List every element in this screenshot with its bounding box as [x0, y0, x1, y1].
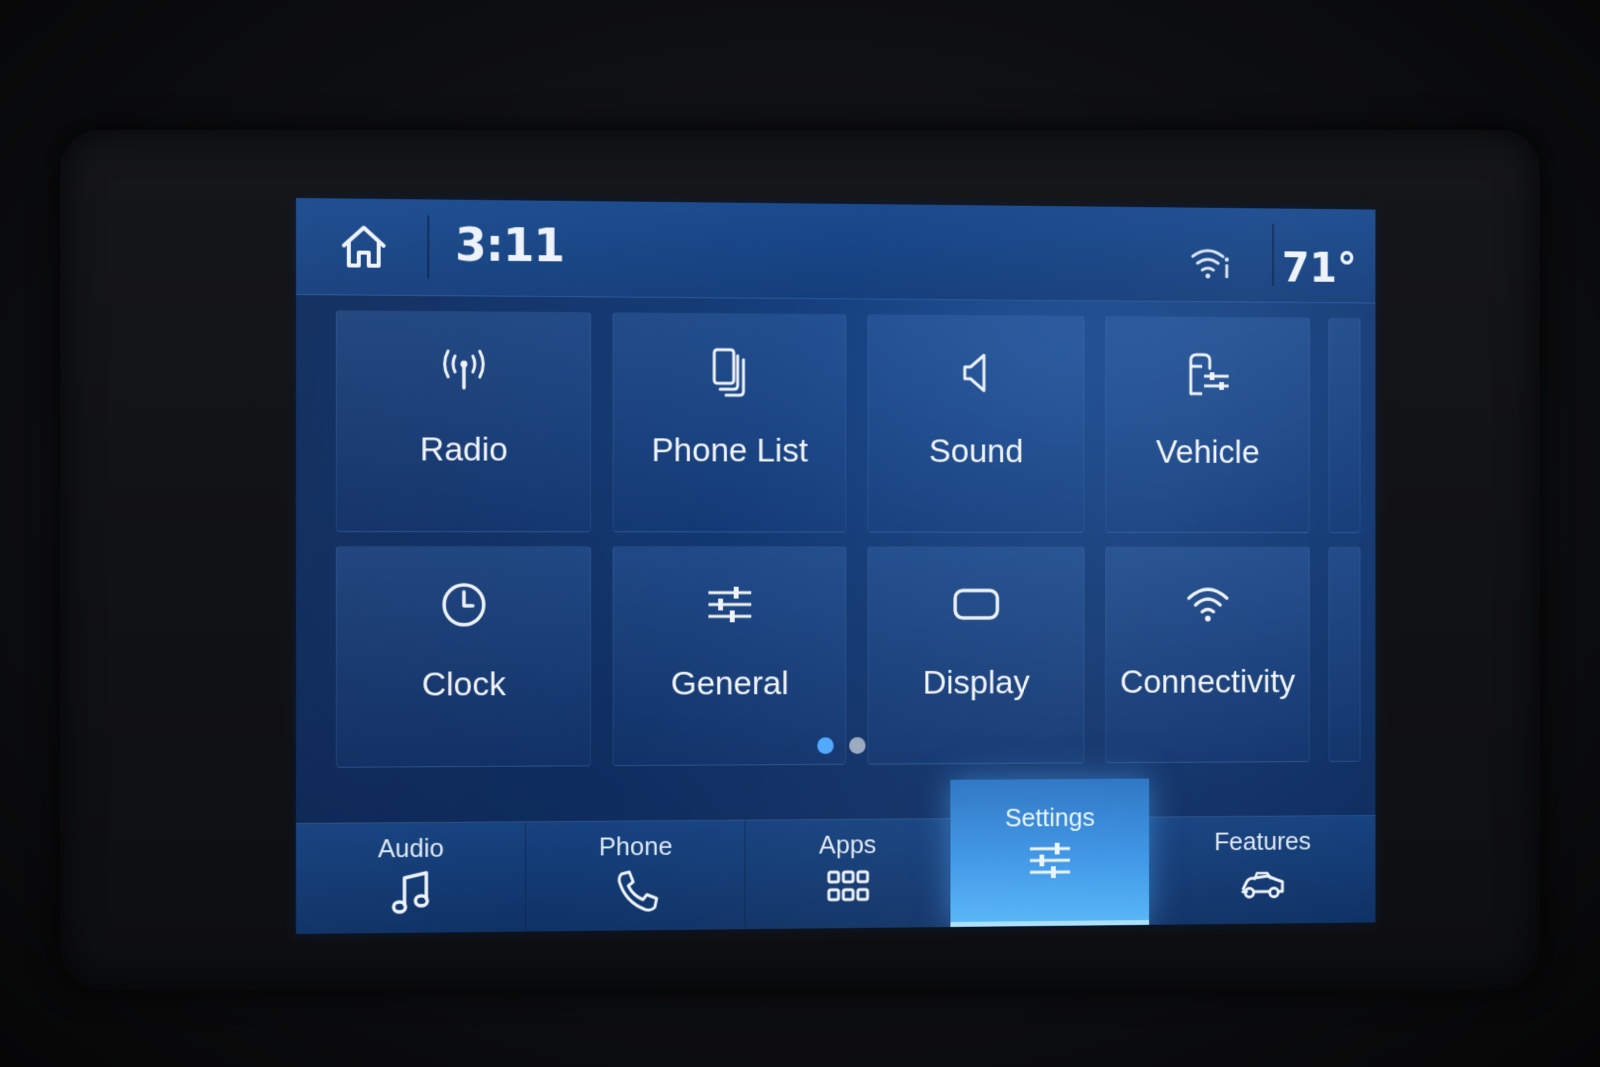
radio-antenna-icon: [438, 344, 489, 396]
nav-settings[interactable]: Settings: [950, 778, 1150, 927]
phone-list-icon: [705, 346, 756, 398]
tile-label: Vehicle: [1155, 433, 1260, 471]
infotainment-screen: 3:11 71° Radio Phone List Sound Vehicle …: [296, 198, 1376, 934]
display-icon: [951, 579, 1001, 630]
tile-next-page-partial[interactable]: [1328, 546, 1361, 762]
tile-radio[interactable]: Radio: [335, 310, 592, 533]
phone-handset-icon: [611, 868, 660, 914]
tile-general[interactable]: General: [612, 546, 847, 767]
nav-label: Settings: [1005, 802, 1095, 833]
home-icon: [342, 226, 387, 269]
nav-apps[interactable]: Apps: [745, 819, 951, 930]
tile-label: Clock: [421, 665, 506, 704]
bottom-navigation: Audio Phone Apps Settings Features: [296, 777, 1376, 934]
nav-label: Phone: [598, 831, 673, 862]
tile-next-page-partial[interactable]: [1328, 317, 1361, 534]
clock-icon: [438, 579, 489, 631]
car-icon: [1239, 862, 1286, 907]
vehicle-settings-icon: [1183, 349, 1232, 400]
page-indicator: [817, 737, 866, 755]
tile-label: Phone List: [651, 431, 808, 470]
tile-label: Sound: [929, 432, 1024, 471]
tile-label: General: [670, 664, 789, 703]
sliders-icon: [705, 579, 756, 630]
clock-time: 3:11: [455, 217, 564, 273]
wifi-icon: [1183, 579, 1232, 622]
outside-temperature: 71°: [1282, 243, 1357, 292]
status-divider: [1272, 224, 1274, 287]
tile-clock[interactable]: Clock: [335, 546, 592, 768]
tile-vehicle[interactable]: Vehicle: [1105, 316, 1310, 534]
tile-display[interactable]: Display: [867, 546, 1085, 765]
settings-sliders-icon: [1026, 839, 1074, 884]
status-bar: 3:11 71°: [296, 198, 1376, 304]
page-dot-active[interactable]: [817, 737, 834, 755]
music-note-icon: [386, 870, 436, 916]
nav-label: Apps: [819, 829, 877, 860]
tile-label: Radio: [419, 430, 508, 469]
nav-label: Audio: [377, 832, 444, 864]
nav-phone[interactable]: Phone: [526, 820, 746, 932]
home-button[interactable]: [336, 218, 392, 274]
tile-sound[interactable]: Sound: [867, 314, 1085, 533]
wifi-info-icon[interactable]: [1189, 243, 1234, 282]
tile-label: Connectivity: [1119, 663, 1296, 701]
settings-tile-grid: Radio Phone List Sound Vehicle Clock Gen…: [335, 310, 1361, 768]
page-dot[interactable]: [849, 737, 866, 754]
apps-grid-icon: [824, 866, 872, 912]
tile-phone-list[interactable]: Phone List: [612, 312, 847, 533]
tile-label: Display: [922, 663, 1030, 702]
nav-features[interactable]: Features: [1149, 816, 1375, 925]
speaker-icon: [951, 347, 1001, 398]
status-divider: [427, 215, 430, 280]
nav-audio[interactable]: Audio: [296, 822, 527, 934]
tile-connectivity[interactable]: Connectivity: [1105, 546, 1310, 764]
nav-label: Features: [1214, 826, 1311, 857]
